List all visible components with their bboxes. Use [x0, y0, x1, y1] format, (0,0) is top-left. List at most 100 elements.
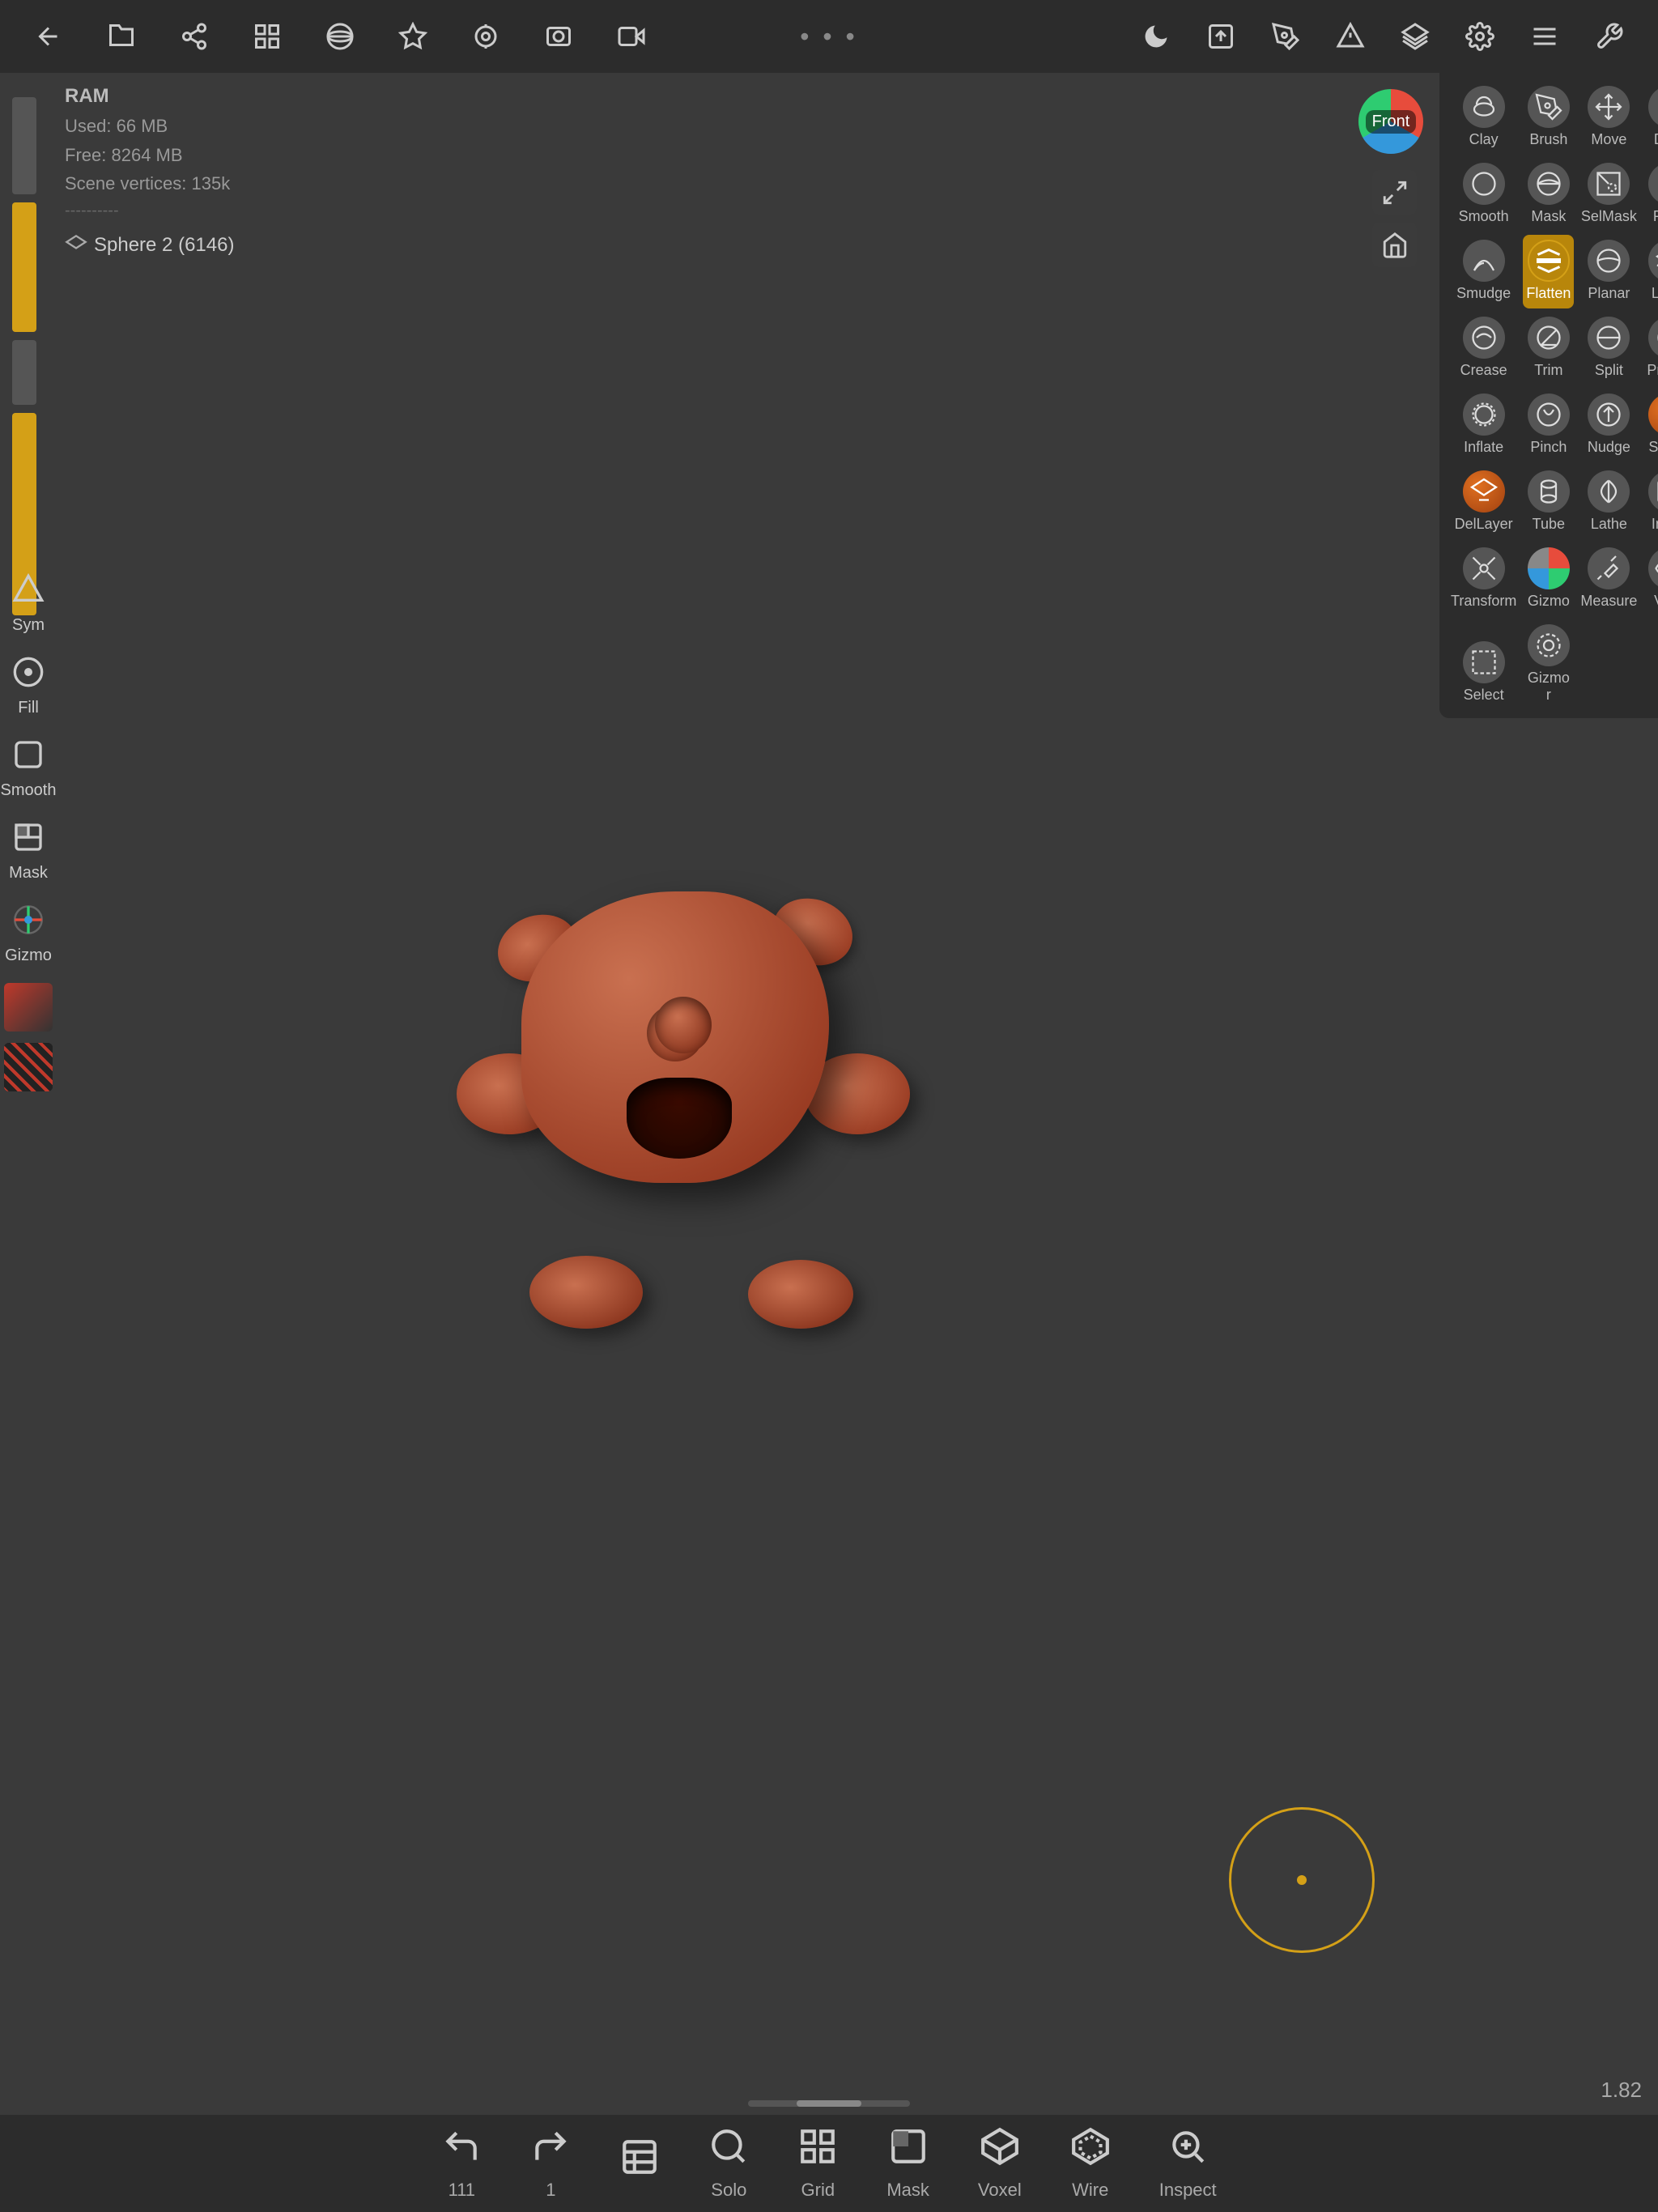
brush-circle: [1229, 1807, 1375, 1953]
back-button[interactable]: [24, 12, 73, 61]
brush-slash[interactable]: [4, 1043, 53, 1091]
pinch-label: Pinch: [1530, 439, 1567, 456]
tool-brush[interactable]: Brush: [1523, 81, 1574, 155]
insert-icon: [1648, 470, 1658, 513]
selmask-icon: [1588, 163, 1630, 205]
gizmo-left-button[interactable]: Gizmo: [0, 897, 57, 972]
voxel-button[interactable]: Voxel: [978, 2126, 1022, 2201]
tool-view[interactable]: View: [1643, 542, 1658, 616]
ram-free: Free: 8264 MB: [65, 141, 234, 169]
files-button[interactable]: [97, 12, 146, 61]
flatten-label: Flatten: [1526, 285, 1571, 302]
tool-gizmor[interactable]: Gizmo r: [1523, 619, 1574, 710]
value-display: 1.82: [1601, 2078, 1642, 2103]
tool-mask[interactable]: Mask: [1523, 158, 1574, 232]
smooth-left-button[interactable]: Smooth: [0, 732, 57, 806]
home-button[interactable]: [1372, 223, 1417, 267]
photo-button[interactable]: [534, 12, 583, 61]
info-panel: RAM Used: 66 MB Free: 8264 MB Scene vert…: [65, 81, 234, 261]
object-name: Sphere 2 (6146): [65, 230, 234, 261]
tool-stamp[interactable]: Stamp: [1643, 389, 1658, 462]
brush-settings-button[interactable]: [1261, 12, 1310, 61]
wire-button[interactable]: Wire: [1070, 2126, 1111, 2201]
tools-right-button[interactable]: [1585, 12, 1634, 61]
video-button[interactable]: [607, 12, 656, 61]
tool-transform[interactable]: Transform: [1448, 542, 1520, 616]
scene-button[interactable]: [619, 2137, 660, 2190]
tool-measure[interactable]: Measure: [1577, 542, 1640, 616]
dark-mode-button[interactable]: [1132, 12, 1180, 61]
brush-icon: [1528, 86, 1570, 128]
effects-button[interactable]: [389, 12, 437, 61]
opacity-slider[interactable]: [12, 97, 36, 194]
mask-bottom-button[interactable]: Mask: [886, 2126, 929, 2201]
environment-button[interactable]: [316, 12, 364, 61]
grid-button[interactable]: Grid: [797, 2126, 838, 2201]
tool-tube[interactable]: Tube: [1523, 466, 1574, 539]
lathe-icon: [1588, 470, 1630, 513]
tool-clay[interactable]: Clay: [1448, 81, 1520, 155]
redo-button[interactable]: 1: [530, 2126, 571, 2201]
mask-left-button[interactable]: Mask: [0, 815, 57, 889]
tool-drag[interactable]: Drag: [1643, 81, 1658, 155]
tool-lathe[interactable]: Lathe: [1577, 466, 1640, 539]
smudge-icon: [1463, 240, 1505, 282]
share-button[interactable]: [170, 12, 219, 61]
tool-planar[interactable]: Planar: [1577, 235, 1640, 308]
tool-trim[interactable]: Trim: [1523, 312, 1574, 385]
tool-paint[interactable]: ● Paint: [1643, 158, 1658, 232]
tool-dellayer[interactable]: DelLayer: [1448, 466, 1520, 539]
tool-split[interactable]: Split: [1577, 312, 1640, 385]
export-button[interactable]: [1197, 12, 1245, 61]
tool-nudge[interactable]: Nudge: [1577, 389, 1640, 462]
mask-bottom-icon: [888, 2126, 929, 2175]
tool-pinch[interactable]: Pinch: [1523, 389, 1574, 462]
front-view-button[interactable]: Front: [1358, 89, 1423, 154]
insert-label: Insert: [1652, 516, 1658, 533]
fill-button[interactable]: Fill: [0, 649, 57, 724]
sym-button[interactable]: Sym: [0, 567, 57, 641]
top-right-icons: [1132, 12, 1634, 61]
fullscreen-button[interactable]: [1372, 170, 1417, 215]
undo-button[interactable]: 111: [441, 2126, 482, 2201]
tool-select[interactable]: Select: [1448, 619, 1520, 710]
tool-smudge[interactable]: Smudge: [1448, 235, 1520, 308]
menu-button[interactable]: [1520, 12, 1569, 61]
warning-button[interactable]: [1326, 12, 1375, 61]
gizmo-label: Gizmo: [1528, 593, 1570, 610]
move-label: Move: [1591, 131, 1626, 148]
select-label: Select: [1464, 687, 1504, 704]
tool-gizmo[interactable]: Gizmo: [1523, 542, 1574, 616]
crease-label: Crease: [1460, 362, 1507, 379]
tool-project[interactable]: Project: [1643, 312, 1658, 385]
measure-label: Measure: [1580, 593, 1637, 610]
tool-insert[interactable]: Insert: [1643, 466, 1658, 539]
solo-button[interactable]: Solo: [708, 2126, 749, 2201]
brush-label: Brush: [1529, 131, 1567, 148]
settings-button[interactable]: [1456, 12, 1504, 61]
tool-smooth[interactable]: Smooth: [1448, 158, 1520, 232]
redo-icon: [530, 2126, 571, 2175]
tool-layer[interactable]: Layer: [1643, 235, 1658, 308]
mask-icon: [1528, 163, 1570, 205]
tool-inflate[interactable]: Inflate: [1448, 389, 1520, 462]
intensity-slider[interactable]: [12, 340, 36, 405]
gizmor-icon: [1528, 624, 1570, 666]
post-process-button[interactable]: [461, 12, 510, 61]
wire-label: Wire: [1072, 2180, 1108, 2201]
smooth-left-label: Smooth: [1, 781, 57, 800]
planar-icon: [1588, 240, 1630, 282]
tool-move[interactable]: Move: [1577, 81, 1640, 155]
tool-flatten[interactable]: Flatten: [1523, 235, 1574, 308]
kirby-mouth: [627, 1078, 732, 1159]
tool-crease[interactable]: Crease: [1448, 312, 1520, 385]
scroll-bar[interactable]: [748, 2100, 910, 2107]
layers-button[interactable]: [1391, 12, 1439, 61]
tool-selmask[interactable]: SelMask: [1577, 158, 1640, 232]
objects-button[interactable]: [243, 12, 291, 61]
inspect-button[interactable]: Inspect: [1159, 2126, 1217, 2201]
size-slider[interactable]: [12, 202, 36, 332]
main-canvas[interactable]: [65, 73, 1439, 2115]
brush-preview[interactable]: [4, 983, 53, 1032]
mask-left-label: Mask: [9, 864, 48, 883]
